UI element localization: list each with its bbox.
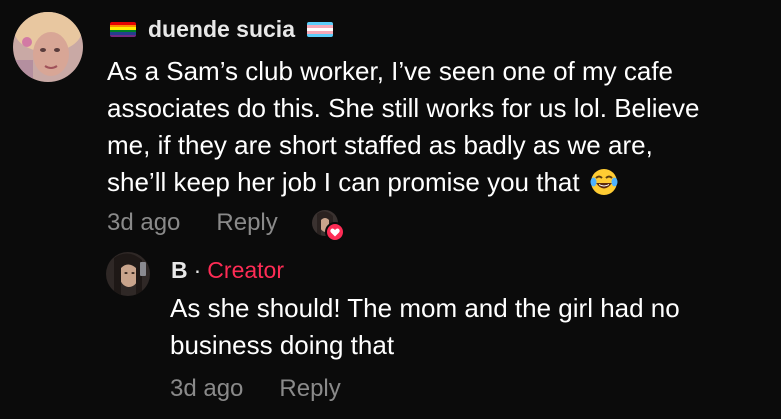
- reply-timestamp: 3d ago: [170, 375, 244, 402]
- comment-text-line-last: she’ll keep her job I can promise you th…: [107, 164, 699, 206]
- avatar-image: [106, 252, 150, 296]
- reply-header: B · Creator: [171, 257, 284, 284]
- heart-icon: [324, 222, 345, 242]
- reply-text: As she should! The mom and the girl had …: [170, 290, 680, 364]
- commenter-avatar[interactable]: [13, 12, 83, 82]
- trans-flag-icon: [306, 22, 333, 37]
- reply-username[interactable]: B: [171, 257, 188, 284]
- reply-button[interactable]: Reply: [279, 375, 340, 403]
- rainbow-flag-icon: [110, 22, 136, 37]
- comment-header: duende sucia: [110, 16, 333, 43]
- comment-item: duende sucia As a Sam’s club worker, I’v…: [0, 0, 781, 250]
- avatar-image: [13, 12, 83, 82]
- reply-avatar[interactable]: [106, 252, 150, 296]
- comment-text-line: associates do this. She still works for …: [107, 93, 700, 123]
- laughing-tears-emoji: [590, 168, 618, 206]
- separator-dot: ·: [193, 257, 202, 283]
- comment-meta: 3d ago Reply: [107, 209, 345, 242]
- reply-text-line: business doing that: [170, 330, 395, 360]
- comment-text-line: she’ll keep her job I can promise you th…: [107, 167, 580, 197]
- comment-timestamp: 3d ago: [107, 209, 181, 236]
- reply-item: B · Creator As she should! The mom and t…: [0, 250, 781, 419]
- reply-meta: 3d ago Reply: [170, 375, 341, 403]
- comment-text-line: me, if they are short staffed as badly a…: [107, 130, 653, 160]
- comment-text: As a Sam’s club worker, I’ve seen one of…: [107, 53, 699, 206]
- creator-liked-indicator: [311, 210, 345, 242]
- reply-button[interactable]: Reply: [216, 209, 277, 237]
- creator-badge: Creator: [207, 257, 284, 283]
- reply-text-line: As she should! The mom and the girl had …: [170, 293, 680, 323]
- comment-text-line: As a Sam’s club worker, I’ve seen one of…: [107, 56, 674, 86]
- commenter-username[interactable]: duende sucia: [148, 16, 295, 43]
